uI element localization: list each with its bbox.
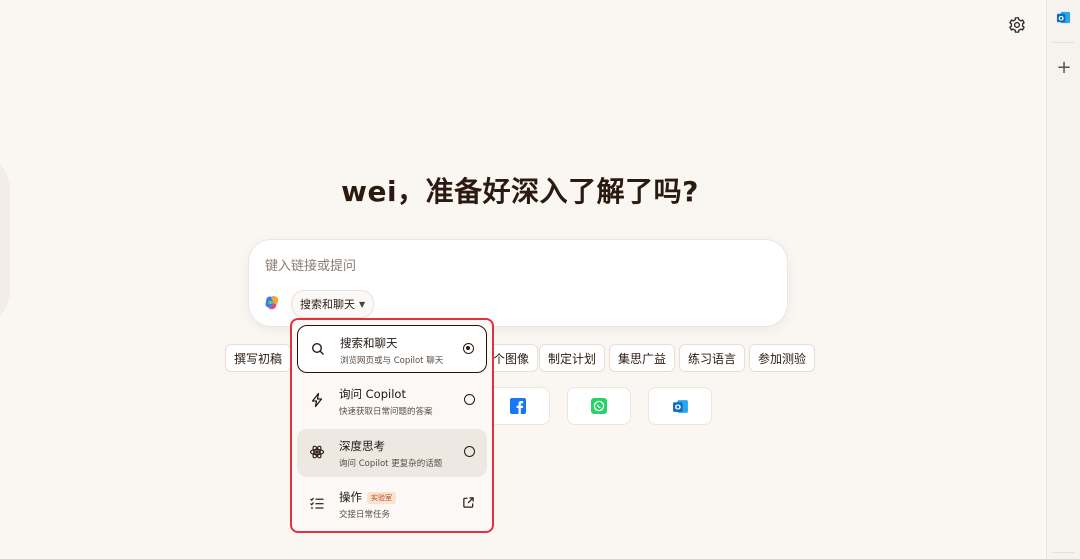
radio-selected-icon bbox=[463, 343, 474, 354]
plus-icon: + bbox=[1056, 56, 1072, 78]
lightning-icon bbox=[311, 392, 323, 408]
outlook-icon: O bbox=[672, 399, 688, 413]
lab-badge: 实验室 bbox=[367, 492, 396, 504]
chip-language[interactable]: 练习语言 bbox=[679, 344, 746, 372]
radio-unselected-icon bbox=[464, 446, 475, 457]
outlook-icon: O bbox=[1056, 11, 1071, 24]
facebook-icon bbox=[510, 398, 526, 414]
checklist-icon bbox=[310, 497, 324, 509]
search-icon bbox=[311, 342, 324, 355]
option-desc: 快速获取日常问题的答案 bbox=[339, 407, 433, 417]
greeting-title: wei，准备好深入了解了吗? bbox=[341, 175, 699, 208]
mode-selector-button[interactable]: 搜索和聊天 ▼ bbox=[291, 290, 375, 318]
whatsapp-icon bbox=[591, 398, 607, 414]
svg-text:O: O bbox=[1058, 14, 1064, 22]
whatsapp-button[interactable] bbox=[567, 387, 631, 425]
settings-button[interactable] bbox=[1006, 14, 1028, 36]
option-actions[interactable]: 操作 实验室 交接日常任务 bbox=[297, 480, 487, 528]
composer: 搜索和聊天 ▼ bbox=[249, 240, 787, 326]
side-divider-bottom bbox=[1053, 552, 1074, 553]
side-outlook-button[interactable]: O bbox=[1056, 10, 1071, 25]
add-button[interactable]: + bbox=[1053, 56, 1075, 78]
side-divider bbox=[1053, 42, 1074, 43]
chevron-down-icon: ▼ bbox=[359, 299, 366, 309]
chip-draft[interactable]: 撰写初稿 bbox=[225, 344, 292, 372]
svg-text:O: O bbox=[674, 402, 680, 411]
option-title: 搜索和聊天 bbox=[340, 336, 398, 350]
option-desc: 浏览网页或与 Copilot 聊天 bbox=[340, 356, 444, 366]
chip-quiz[interactable]: 参加测验 bbox=[749, 344, 816, 372]
copilot-logo-icon bbox=[265, 295, 279, 310]
mode-selector-label: 搜索和聊天 bbox=[300, 298, 355, 311]
option-ask-copilot[interactable]: 询问 Copilot 快速获取日常问题的答案 bbox=[297, 377, 487, 425]
prompt-input[interactable] bbox=[263, 254, 767, 278]
option-desc: 交接日常任务 bbox=[339, 510, 391, 520]
outlook-share-button[interactable]: O bbox=[648, 387, 712, 425]
atom-icon bbox=[309, 445, 325, 459]
gear-icon bbox=[1009, 17, 1025, 33]
option-title: 操作 实验室 bbox=[339, 489, 396, 505]
side-panel: O + bbox=[1046, 0, 1080, 559]
copilot-page: O + wei，准备好深入了解了吗? 搜索和聊天 ▼ 撰写初稿 个图像 制定计划… bbox=[0, 0, 1080, 559]
option-title: 深度思考 bbox=[339, 439, 385, 453]
external-link-icon bbox=[463, 497, 474, 508]
option-title-text: 操作 bbox=[339, 490, 362, 504]
facebook-button[interactable] bbox=[487, 387, 550, 425]
option-desc: 询问 Copilot 更复杂的话题 bbox=[339, 459, 443, 469]
option-search-chat[interactable]: 搜索和聊天 浏览网页或与 Copilot 聊天 bbox=[297, 325, 487, 373]
option-title: 询问 Copilot bbox=[339, 387, 406, 401]
radio-unselected-icon bbox=[464, 394, 475, 405]
chip-plan[interactable]: 制定计划 bbox=[539, 344, 606, 372]
option-deep-think[interactable]: 深度思考 询问 Copilot 更复杂的话题 bbox=[297, 429, 487, 477]
mode-dropdown: 搜索和聊天 浏览网页或与 Copilot 聊天 询问 Copilot 快速获取日… bbox=[290, 318, 494, 533]
chip-brainstorm[interactable]: 集思广益 bbox=[609, 344, 676, 372]
